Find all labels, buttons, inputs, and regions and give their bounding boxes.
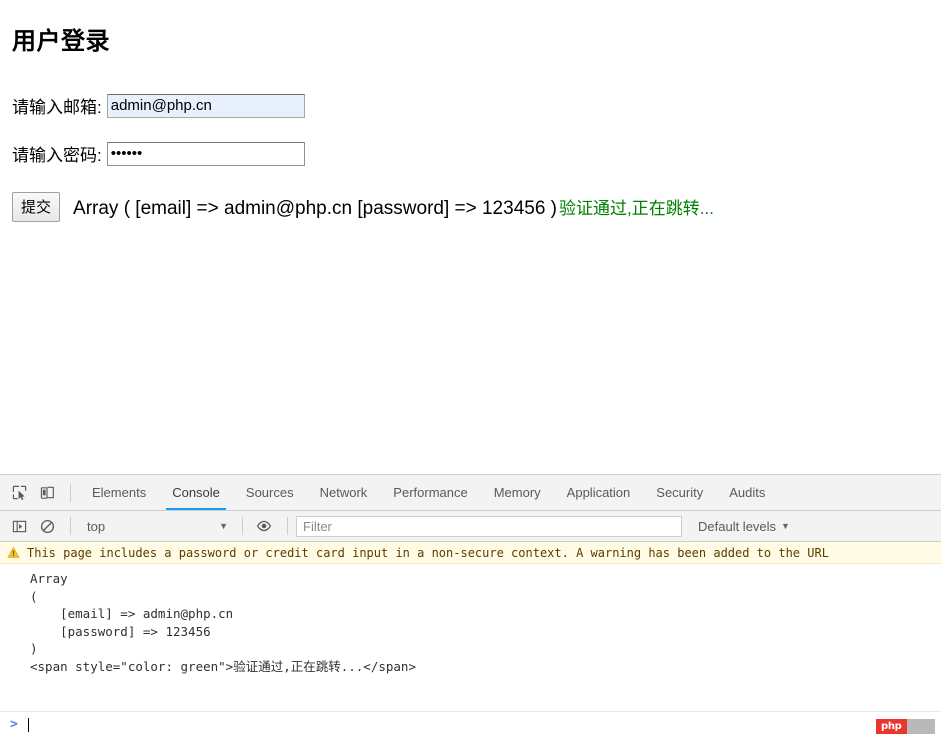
password-form-row: 请输入密码: [12, 141, 933, 166]
console-text-caret [27, 717, 29, 732]
tab-security[interactable]: Security [643, 475, 716, 510]
devtools-panel: Elements Console Sources Network Perform… [0, 474, 941, 738]
log-levels-selector[interactable]: Default levels ▼ [698, 519, 790, 534]
tab-performance[interactable]: Performance [380, 475, 480, 510]
filterbar-divider-1 [70, 517, 71, 535]
tab-memory[interactable]: Memory [481, 475, 554, 510]
browser-page-content: 用户登录 请输入邮箱: 请输入密码: 提交 Array ( [email] =>… [0, 0, 941, 470]
filterbar-divider-2 [242, 517, 243, 535]
tab-elements[interactable]: Elements [79, 475, 159, 510]
warning-triangle-icon [7, 546, 20, 559]
password-input[interactable] [106, 141, 305, 166]
inspect-element-icon[interactable] [6, 480, 32, 506]
filter-input[interactable] [296, 515, 682, 537]
device-toolbar-icon[interactable] [34, 480, 60, 506]
filterbar-divider-3 [287, 517, 288, 535]
clear-console-icon[interactable] [34, 513, 60, 539]
prompt-chevron-icon: > [10, 717, 18, 732]
print-r-array-text: Array ( [email] => admin@php.cn [passwor… [73, 198, 557, 219]
php-badge: php [876, 719, 935, 734]
execution-context-label: top [87, 518, 106, 534]
console-prompt-row[interactable]: > [0, 711, 941, 737]
console-warning-text: This page includes a password or credit … [27, 545, 829, 560]
devtools-tabbar: Elements Console Sources Network Perform… [0, 475, 941, 511]
php-badge-label: php [876, 719, 907, 734]
execution-context-selector[interactable]: top ▼ [79, 516, 234, 537]
print-r-output: Array ( [email] => admin@php.cn [passwor… [73, 194, 714, 220]
log-levels-label: Default levels [698, 518, 777, 534]
toolbar-divider [70, 483, 71, 502]
submit-row: 提交 Array ( [email] => admin@php.cn [pass… [12, 192, 933, 222]
console-filterbar: top ▼ Default levels ▼ [0, 511, 941, 542]
console-output-area: This page includes a password or credit … [0, 542, 941, 737]
email-form-row: 请输入邮箱: [12, 93, 933, 118]
success-message: 验证通过,正在跳转... [559, 199, 714, 218]
console-log-entry: Array ( [email] => admin@php.cn [passwor… [30, 571, 416, 674]
tab-sources[interactable]: Sources [233, 475, 307, 510]
chevron-down-icon-levels: ▼ [781, 521, 790, 531]
console-sidebar-icon[interactable] [6, 513, 32, 539]
tab-audits[interactable]: Audits [716, 475, 778, 510]
live-expression-icon[interactable] [251, 513, 277, 539]
password-label: 请输入密码: [12, 146, 102, 165]
chevron-down-icon: ▼ [219, 521, 228, 531]
console-warning-row: This page includes a password or credit … [0, 542, 941, 564]
tab-application[interactable]: Application [554, 475, 644, 510]
email-input[interactable] [106, 93, 305, 118]
tab-console[interactable]: Console [159, 475, 233, 510]
email-label: 请输入邮箱: [12, 98, 102, 117]
tab-network[interactable]: Network [307, 475, 381, 510]
page-title: 用户登录 [12, 28, 110, 55]
php-badge-grey-block [906, 719, 935, 734]
submit-button[interactable]: 提交 [12, 192, 61, 222]
